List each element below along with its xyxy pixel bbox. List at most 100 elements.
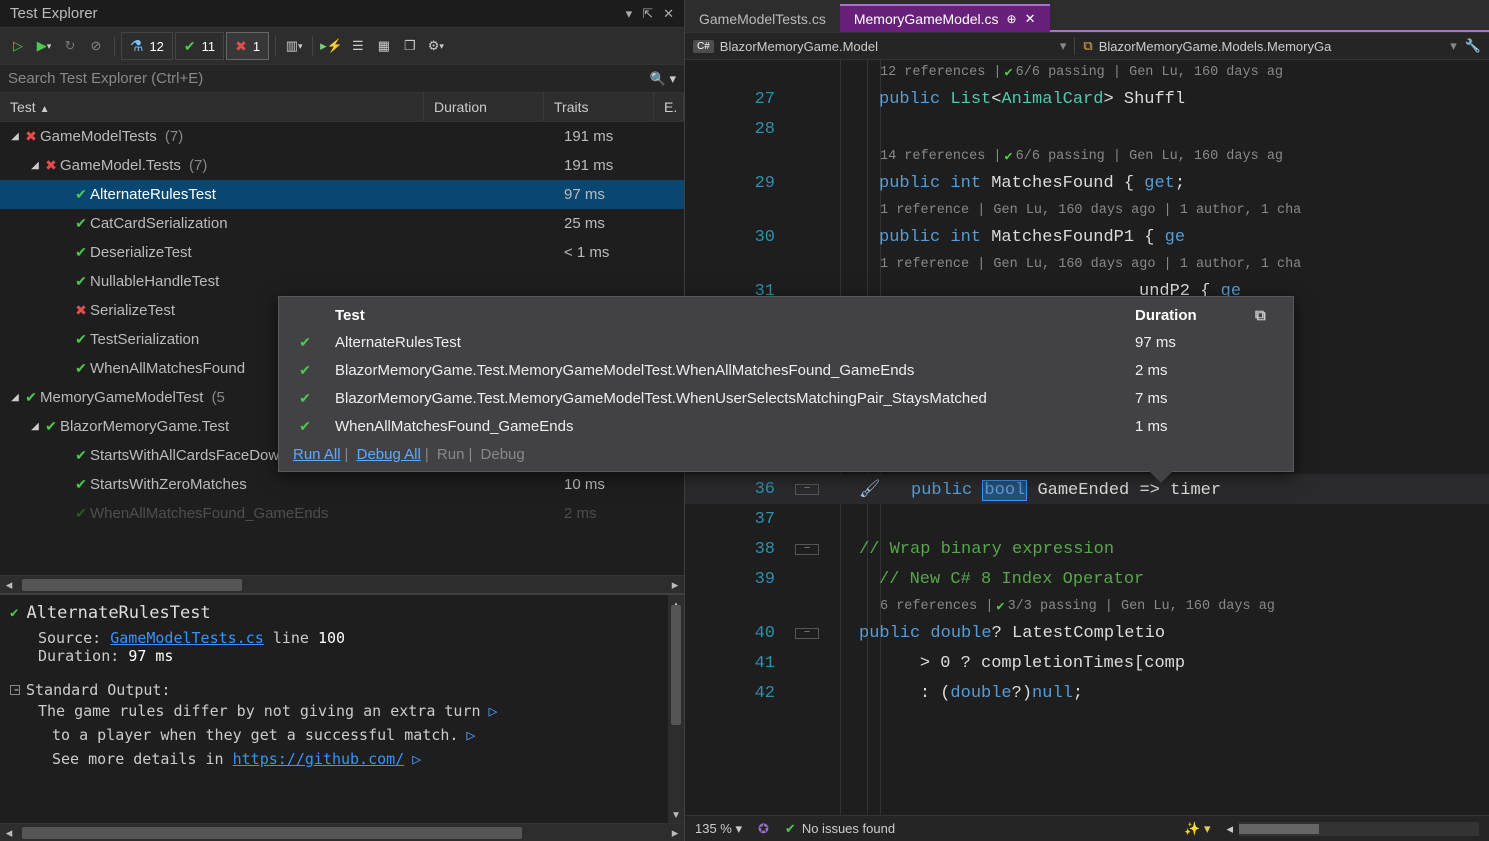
open-external-icon[interactable]: ⧉ bbox=[1255, 307, 1279, 324]
counter-total[interactable]: ⚗ 12 bbox=[121, 32, 173, 60]
tooltip-duration: 2 ms bbox=[1135, 362, 1255, 379]
detail-hscroll[interactable]: ◂ ▸ bbox=[0, 823, 684, 841]
windows-button[interactable]: ❐ bbox=[398, 33, 422, 59]
expander-icon[interactable]: ◢ bbox=[28, 421, 42, 432]
test-detail-panel: ✔ AlternateRulesTest Source: GameModelTe… bbox=[0, 593, 684, 823]
codelens[interactable]: 1 reference | Gen Lu, 160 days ago | 1 a… bbox=[685, 198, 1489, 222]
nav-class[interactable]: ⧉ BlazorMemoryGame.Models.MemoryGa ▾ bbox=[1083, 38, 1456, 54]
close-icon[interactable]: ✕ bbox=[663, 6, 674, 22]
fold-icon[interactable]: − bbox=[795, 628, 819, 639]
check-icon: ✔ bbox=[72, 215, 90, 232]
playlist-button[interactable]: ▥ ▾ bbox=[282, 33, 306, 59]
codelens[interactable]: 6 references | ✔ 3/3 passing | Gen Lu, 1… bbox=[685, 594, 1489, 618]
check-icon: ✔ bbox=[293, 418, 317, 435]
counter-failed[interactable]: ✖ 1 bbox=[226, 32, 269, 60]
duration-label: 191 ms bbox=[564, 128, 684, 145]
check-icon: ✔ bbox=[293, 334, 317, 351]
pin-icon[interactable]: ⇱ bbox=[642, 6, 653, 22]
tab-memorygamemodel[interactable]: MemoryGameModel.cs ⊕ ✕ bbox=[840, 4, 1050, 32]
duration-label: < 1 ms bbox=[564, 244, 684, 261]
error-icon: ✖ bbox=[42, 157, 60, 174]
panel-title: Test Explorer bbox=[10, 5, 98, 22]
repeat-button[interactable]: ↻ bbox=[58, 33, 82, 59]
issues-indicator[interactable]: ✔No issues found bbox=[785, 821, 895, 837]
col-duration[interactable]: Duration bbox=[424, 93, 544, 121]
detail-vscroll[interactable]: ▴ ▾ bbox=[668, 595, 684, 823]
close-icon[interactable]: ✕ bbox=[1025, 11, 1036, 27]
settings-button[interactable]: ⚙ ▾ bbox=[424, 33, 448, 59]
panel-titlebar: Test Explorer ▾ ⇱ ✕ bbox=[0, 0, 684, 28]
test-tree-row[interactable]: ✔ NullableHandleTest bbox=[0, 267, 684, 296]
expander-icon[interactable]: ◢ bbox=[8, 392, 22, 403]
group-button[interactable]: ☰ bbox=[346, 33, 370, 59]
run-all-link[interactable]: Run All bbox=[293, 446, 341, 463]
check-icon: ✔ bbox=[72, 360, 90, 377]
test-tree-row[interactable]: ◢✖ GameModelTests (7)191 ms bbox=[0, 122, 684, 151]
columns-button[interactable]: ▦ bbox=[372, 33, 396, 59]
test-tree-row[interactable]: ✔ CatCardSerialization25 ms bbox=[0, 209, 684, 238]
tooltip-test-name: AlternateRulesTest bbox=[317, 334, 1135, 351]
expander-icon[interactable]: ◢ bbox=[8, 131, 22, 142]
debug-all-link[interactable]: Debug All bbox=[357, 446, 421, 463]
tooltip-duration: 1 ms bbox=[1135, 418, 1255, 435]
nav-bar: C# BlazorMemoryGame.Model ▾ ⧉ BlazorMemo… bbox=[685, 32, 1489, 60]
counter-passed[interactable]: ✔ 11 bbox=[175, 32, 224, 60]
tooltip-row[interactable]: ✔BlazorMemoryGame.Test.MemoryGameModelTe… bbox=[293, 384, 1279, 412]
fold-icon[interactable]: − bbox=[795, 544, 819, 555]
codelens[interactable]: 12 references | ✔ 6/6 passing | Gen Lu, … bbox=[685, 60, 1489, 84]
tree-hscroll[interactable]: ◂ ▸ bbox=[0, 575, 684, 593]
source-link[interactable]: GameModelTests.cs bbox=[110, 629, 264, 647]
search-input[interactable] bbox=[8, 70, 650, 87]
stop-button[interactable]: ⊘ bbox=[84, 33, 108, 59]
col-traits[interactable]: Traits bbox=[544, 93, 654, 121]
test-tree-row[interactable]: ✔ AlternateRulesTest97 ms bbox=[0, 180, 684, 209]
test-name-label: NullableHandleTest bbox=[90, 273, 564, 290]
duration-label: 10 ms bbox=[564, 476, 684, 493]
scrollbar-thumb[interactable] bbox=[22, 579, 242, 591]
tooltip-test-name: BlazorMemoryGame.Test.MemoryGameModelTes… bbox=[317, 362, 1135, 379]
debug-disabled: Debug bbox=[481, 446, 525, 463]
col-test[interactable]: Test ▲ bbox=[0, 93, 424, 121]
run-after-build-button[interactable]: ▸⚡ bbox=[319, 33, 344, 59]
zoom-level[interactable]: 135 % ▾ bbox=[695, 821, 742, 837]
tab-gamemodeltests[interactable]: GameModelTests.cs bbox=[685, 4, 840, 32]
stdout-link[interactable]: https://github.com/ bbox=[233, 750, 405, 768]
check-icon: ✔ bbox=[10, 605, 18, 621]
test-tree-row[interactable]: ✔ StartsWithZeroMatches10 ms bbox=[0, 470, 684, 499]
error-icon: ✖ bbox=[235, 38, 247, 55]
lightbulb-icon[interactable]: ✨ ▾ bbox=[1184, 821, 1210, 837]
collapse-icon[interactable] bbox=[10, 685, 20, 695]
tooltip-test-name: WhenAllMatchesFound_GameEnds bbox=[317, 418, 1135, 435]
codelens[interactable]: 1 reference | Gen Lu, 160 days ago | 1 a… bbox=[685, 252, 1489, 276]
duration-label: 97 ms bbox=[564, 186, 684, 203]
tooltip-row[interactable]: ✔WhenAllMatchesFound_GameEnds1 ms bbox=[293, 412, 1279, 440]
editor-hscroll[interactable]: ◂ bbox=[1226, 821, 1479, 837]
check-icon: ✔ bbox=[72, 273, 90, 290]
search-icon[interactable]: 🔍 ▾ bbox=[650, 71, 676, 87]
run-all-button[interactable]: ▷ bbox=[6, 33, 30, 59]
test-tree-row[interactable]: ◢✖ GameModel.Tests (7)191 ms bbox=[0, 151, 684, 180]
tooltip-col-test: Test bbox=[293, 307, 1135, 324]
duration-label: 191 ms bbox=[564, 157, 684, 174]
editor-status-bar: 135 % ▾ ✪ ✔No issues found ✨ ▾ ◂ bbox=[685, 815, 1489, 841]
col-errors[interactable]: E. bbox=[654, 93, 684, 121]
codelens[interactable]: 14 references | ✔ 6/6 passing | Gen Lu, … bbox=[685, 144, 1489, 168]
test-name-label: WhenAllMatchesFound_GameEnds bbox=[90, 505, 564, 522]
intellicode-icon[interactable]: ✪ bbox=[758, 821, 769, 837]
window-dropdown-icon[interactable]: ▾ bbox=[626, 6, 633, 22]
test-tree-row[interactable]: ✔ WhenAllMatchesFound_GameEnds2 ms bbox=[0, 499, 684, 528]
check-icon: ✔ bbox=[293, 390, 317, 407]
pin-icon[interactable]: ⊕ bbox=[1007, 12, 1017, 26]
tooltip-row[interactable]: ✔BlazorMemoryGame.Test.MemoryGameModelTe… bbox=[293, 356, 1279, 384]
fold-icon[interactable]: − bbox=[795, 484, 819, 495]
test-tree-row[interactable]: ✔ DeserializeTest< 1 ms bbox=[0, 238, 684, 267]
wrench-icon[interactable]: 🔧 bbox=[1465, 38, 1481, 54]
expander-icon[interactable]: ◢ bbox=[28, 160, 42, 171]
tooltip-test-name: BlazorMemoryGame.Test.MemoryGameModelTes… bbox=[317, 390, 1135, 407]
check-icon: ✔ bbox=[293, 362, 317, 379]
run-button[interactable]: ▶ ▾ bbox=[32, 33, 56, 59]
test-name-label: GameModelTests (7) bbox=[40, 128, 564, 145]
check-icon: ✔ bbox=[22, 389, 40, 406]
nav-namespace[interactable]: C# BlazorMemoryGame.Model ▾ bbox=[693, 38, 1066, 54]
tooltip-row[interactable]: ✔AlternateRulesTest97 ms bbox=[293, 328, 1279, 356]
